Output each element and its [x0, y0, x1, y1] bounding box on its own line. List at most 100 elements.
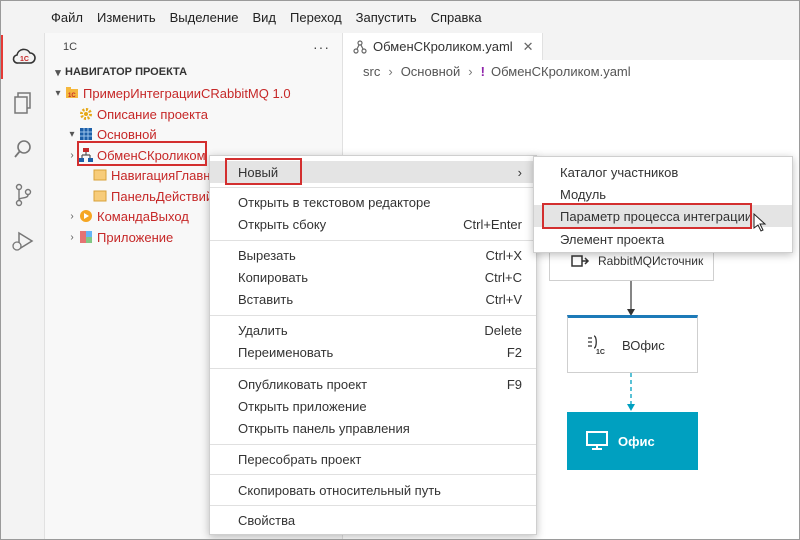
- menu-item-label: Свойства: [238, 512, 296, 528]
- run-debug-icon[interactable]: [1, 219, 45, 263]
- chevron-right-icon: ›: [70, 231, 74, 243]
- node-label: RabbitMQИсточник: [598, 254, 704, 268]
- menu-item-rebuild[interactable]: Пересобрать проект: [210, 448, 536, 470]
- tree-item-description[interactable]: Описание проекта: [45, 104, 343, 124]
- menu-item-label: Вырезать: [238, 247, 296, 263]
- menu-selection[interactable]: Выделение: [170, 10, 239, 25]
- menu-item-open-dashboard[interactable]: Открыть панель управления: [210, 417, 536, 439]
- diagram-node-office[interactable]: Офис: [567, 412, 698, 470]
- diagram-dashed-arrow: [627, 373, 635, 411]
- menu-item-new[interactable]: Новый ›: [210, 161, 536, 183]
- source-control-icon[interactable]: [1, 173, 45, 217]
- menu-item-paste[interactable]: Вставить Ctrl+V: [210, 288, 536, 310]
- menu-item-copy-path[interactable]: Скопировать относительный путь: [210, 479, 536, 501]
- source-node-icon: [571, 255, 590, 267]
- doc-icon: [93, 169, 107, 181]
- menu-item-open-side[interactable]: Открыть сбоку Ctrl+Enter: [210, 213, 536, 235]
- menu-item-label: Вставить: [238, 291, 294, 307]
- chevron-down-icon: ▾: [55, 66, 61, 79]
- diagram-arrow: [627, 281, 635, 316]
- new-submenu: Каталог участников Модуль Параметр проце…: [533, 156, 793, 253]
- more-actions-icon[interactable]: ···: [313, 39, 330, 55]
- play-icon: [80, 210, 92, 222]
- tab-label: ОбменСКроликом.yaml: [373, 39, 513, 54]
- sidebar-title: 1С: [63, 41, 78, 53]
- menu-item-open-text-editor[interactable]: Открыть в текстовом редакторе: [210, 191, 536, 213]
- menu-edit[interactable]: Изменить: [97, 10, 156, 25]
- menu-item-shortcut: Ctrl+V: [485, 291, 522, 307]
- svg-text:1С: 1С: [68, 93, 76, 99]
- menu-item-label: Модуль: [560, 186, 607, 202]
- menu-item-label: Открыть панель управления: [238, 420, 410, 436]
- menu-file[interactable]: Файл: [51, 10, 83, 25]
- menu-item-properties[interactable]: Свойства: [210, 509, 536, 531]
- chevron-right-icon: ›: [468, 63, 473, 79]
- breadcrumb: src › Основной › ! ОбменСКроликом.yaml: [343, 60, 799, 82]
- tree-item-label: НавигацияГлавная: [111, 167, 225, 183]
- menu-view[interactable]: Вид: [253, 10, 277, 25]
- tree-item-label: КомандаВыход: [97, 208, 189, 224]
- chevron-right-icon: ›: [70, 210, 74, 222]
- tree-item-label: Приложение: [97, 229, 174, 245]
- chevron-right-icon: ›: [517, 164, 522, 180]
- project-icon: 1С: [66, 87, 78, 99]
- files-icon[interactable]: [1, 81, 45, 125]
- activity-bar: 1С: [1, 33, 45, 539]
- menu-item-label: Новый: [238, 164, 279, 180]
- menu-item-label: Открыть сбоку: [238, 216, 327, 232]
- menu-item-shortcut: Ctrl+C: [484, 269, 522, 285]
- menu-item-rename[interactable]: Переименовать F2: [210, 341, 536, 363]
- menu-item-shortcut: F2: [506, 344, 522, 360]
- menu-item-label: Копировать: [238, 269, 308, 285]
- breadcrumb-main[interactable]: Основной: [401, 64, 461, 79]
- submenu-item-module[interactable]: Модуль: [534, 183, 792, 205]
- breadcrumb-file[interactable]: ОбменСКроликом.yaml: [491, 64, 631, 79]
- tree-item-label: Описание проекта: [97, 106, 209, 122]
- grid-icon: [80, 128, 92, 140]
- menu-item-delete[interactable]: Удалить Delete: [210, 319, 536, 341]
- menu-go[interactable]: Переход: [290, 10, 342, 25]
- menu-divider: [210, 474, 536, 475]
- submenu-item-members-catalog[interactable]: Каталог участников: [534, 161, 792, 183]
- menu-divider: [210, 187, 536, 188]
- menu-item-label: Открыть в текстовом редакторе: [238, 194, 431, 210]
- chevron-right-icon: ›: [70, 149, 74, 161]
- diagram-node-to-office[interactable]: 1C ВОфис: [567, 315, 698, 373]
- search-icon[interactable]: [1, 127, 45, 171]
- menu-item-label: Скопировать относительный путь: [238, 482, 441, 498]
- tree-item-label: ПанельДействий: [111, 188, 214, 204]
- svg-text:1C: 1C: [596, 349, 605, 356]
- menu-item-label: Элемент проекта: [560, 231, 665, 247]
- menu-item-copy[interactable]: Копировать Ctrl+C: [210, 266, 536, 288]
- menu-item-shortcut: Ctrl+X: [485, 247, 522, 263]
- menu-item-open-app[interactable]: Открыть приложение: [210, 395, 536, 417]
- menu-bar: Файл Изменить Выделение Вид Переход Запу…: [1, 1, 799, 33]
- gear-icon: [80, 108, 92, 120]
- doc-icon: [93, 190, 107, 202]
- menu-item-label: Параметр процесса интеграции: [560, 208, 753, 224]
- menu-item-shortcut: Ctrl+Enter: [463, 216, 522, 232]
- menu-item-publish[interactable]: Опубликовать проект F9: [210, 373, 536, 395]
- context-menu: Новый › Открыть в текстовом редакторе От…: [209, 155, 537, 535]
- section-title: НАВИГАТОР ПРОЕКТА: [65, 66, 188, 78]
- monitor-icon: [586, 431, 608, 450]
- node-label: Офис: [618, 433, 655, 449]
- tree-item-project[interactable]: ▾ 1С ПримерИнтеграцииCRabbitMQ 1.0: [45, 83, 343, 103]
- 1c-cloud-icon[interactable]: 1С: [1, 35, 45, 79]
- tree-item-label: ОбменСКроликом: [97, 147, 206, 163]
- menu-item-shortcut: F9: [506, 376, 522, 392]
- tab-exchange-yaml[interactable]: ОбменСКроликом.yaml ✕: [343, 33, 543, 60]
- breadcrumb-src[interactable]: src: [363, 64, 380, 79]
- tree-item-main[interactable]: ▾ Основной: [45, 124, 343, 144]
- ide-window: Файл Изменить Выделение Вид Переход Запу…: [0, 0, 800, 540]
- menu-item-cut[interactable]: Вырезать Ctrl+X: [210, 244, 536, 266]
- menu-item-label: Каталог участников: [560, 164, 679, 180]
- menu-run[interactable]: Запустить: [356, 10, 417, 25]
- menu-item-shortcut: Delete: [484, 322, 522, 338]
- project-navigator-section[interactable]: ▾ НАВИГАТОР ПРОЕКТА: [45, 61, 342, 83]
- chevron-right-icon: ›: [388, 63, 393, 79]
- close-icon[interactable]: ✕: [523, 39, 534, 55]
- diagram-file-icon: [353, 39, 367, 54]
- menu-help[interactable]: Справка: [431, 10, 482, 25]
- menu-divider: [210, 368, 536, 369]
